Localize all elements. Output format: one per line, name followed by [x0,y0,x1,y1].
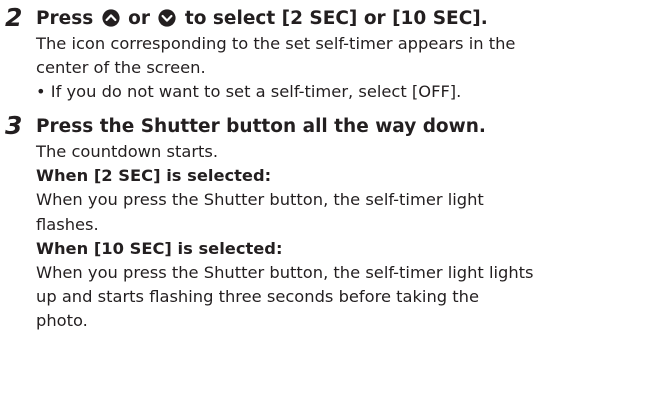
body-line: When you press the Shutter button, the s… [36,263,534,283]
heading-text-pre: Press [36,8,94,29]
body-line: The icon corresponding to the set self-t… [36,34,516,53]
body-line: When you press the Shutter button, the s… [36,190,484,210]
down-arrow-button-icon [158,9,177,27]
up-arrow-button-icon [102,9,120,27]
step-number: 3 [5,111,23,140]
heading-text-mid: or [128,8,151,29]
step-body: Press the Shutter button all the way dow… [36,108,664,334]
step-heading: Press the Shutter button all the way dow… [36,116,486,137]
body-line: The countdown starts. [36,142,219,161]
body-line: photo. [36,311,88,331]
body-line: up and starts flashing three seconds bef… [36,287,480,307]
body-line: center of the screen. [36,58,206,78]
step-body: Press or to select [2 SEC] or [10 SEC]. … [36,0,664,105]
subheading: When [2 SEC] is selected: [36,166,272,186]
bullet-note: • If you do not want to set a self-timer… [36,82,462,102]
step-heading: Press or to select [2 SEC] or [10 SEC]. [36,5,664,32]
body-line: flashes. [36,214,99,234]
heading-text-post: to select [2 SEC] or [10 SEC]. [184,8,488,29]
step-number: 2 [5,3,23,32]
subheading: When [10 SEC] is selected: [36,238,283,258]
